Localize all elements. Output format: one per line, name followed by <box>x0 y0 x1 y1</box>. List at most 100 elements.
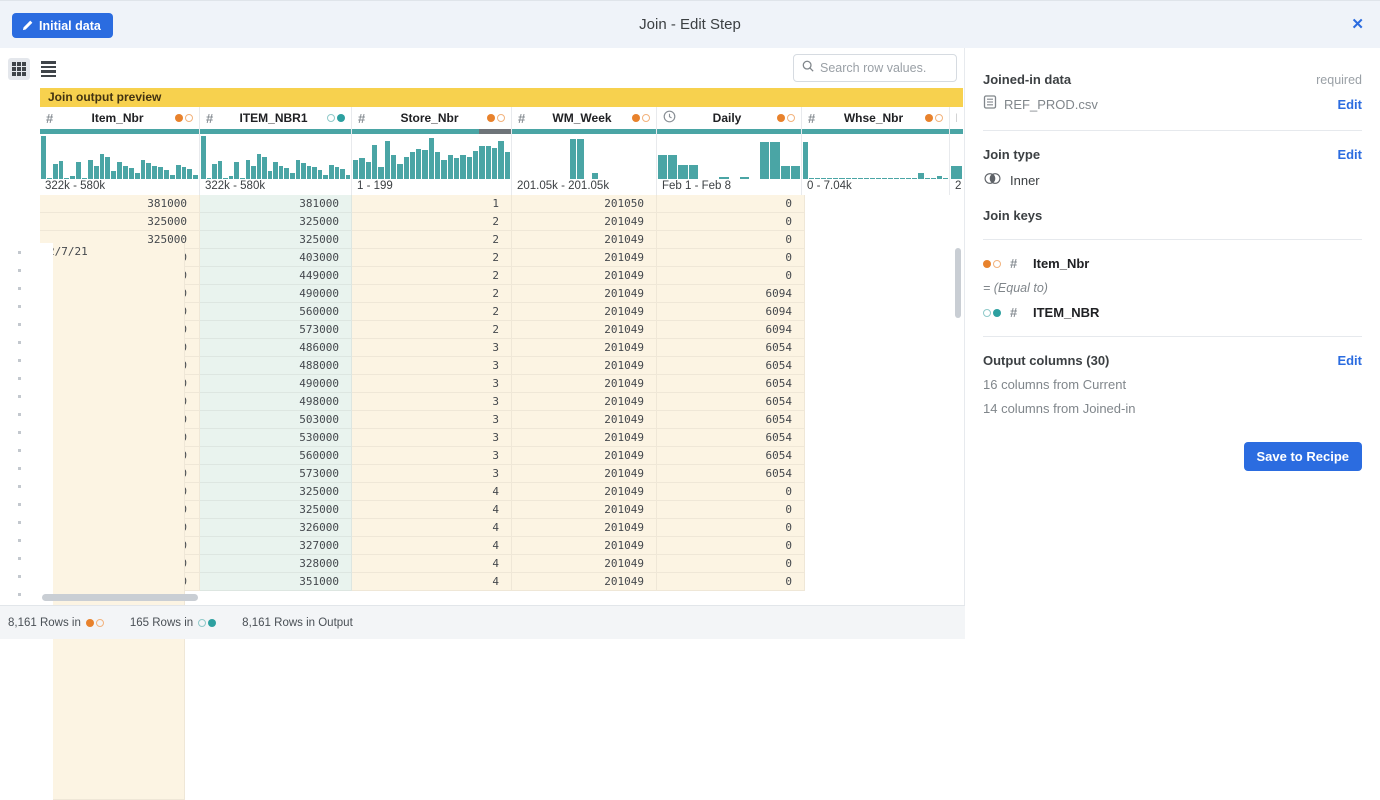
search-input[interactable] <box>820 61 948 75</box>
column-header-store_nbr[interactable]: #Store_Nbr1 - 199 <box>352 107 512 195</box>
data-quality-bar[interactable] <box>950 129 963 134</box>
vertical-scrollbar[interactable] <box>955 248 961 318</box>
column-histogram[interactable] <box>512 134 656 179</box>
table-cell[interactable]: 2 <box>352 303 512 321</box>
table-cell[interactable]: 201049 <box>512 573 657 591</box>
table-cell[interactable]: 2 <box>352 267 512 285</box>
table-cell[interactable]: 573000 <box>200 321 352 339</box>
table-cell[interactable]: 0 <box>657 537 805 555</box>
table-cell[interactable]: 3 <box>352 339 512 357</box>
table-cell[interactable]: 4 <box>352 483 512 501</box>
table-cell[interactable]: 325000 <box>200 501 352 519</box>
table-cell[interactable]: 6054 <box>657 429 805 447</box>
table-cell[interactable]: 560000 <box>200 447 352 465</box>
table-cell[interactable]: 381000 <box>200 195 352 213</box>
column-header-r[interactable]: R2 <box>950 107 963 195</box>
table-cell[interactable]: 2 <box>352 321 512 339</box>
data-quality-bar[interactable] <box>512 129 656 134</box>
edit-joined-in-link[interactable]: Edit <box>1337 97 1362 112</box>
table-cell[interactable]: 2 <box>352 249 512 267</box>
table-cell[interactable]: 530000 <box>200 429 352 447</box>
table-cell[interactable]: 6054 <box>657 375 805 393</box>
column-histogram[interactable] <box>950 134 963 179</box>
column-histogram[interactable] <box>657 134 801 179</box>
table-cell[interactable]: 449000 <box>200 267 352 285</box>
table-cell[interactable]: 0 <box>657 555 805 573</box>
table-cell[interactable]: 6054 <box>657 447 805 465</box>
table-cell[interactable]: 6094 <box>657 303 805 321</box>
table-cell[interactable]: 201049 <box>512 339 657 357</box>
table-cell[interactable]: 3 <box>352 447 512 465</box>
table-cell[interactable]: 201049 <box>512 465 657 483</box>
table-cell[interactable]: 201049 <box>512 393 657 411</box>
table-cell[interactable]: 4 <box>352 501 512 519</box>
table-cell[interactable]: 0 <box>657 249 805 267</box>
table-cell[interactable]: 573000 <box>200 465 352 483</box>
save-to-recipe-button[interactable]: Save to Recipe <box>1244 442 1363 471</box>
table-cell[interactable]: 6054 <box>657 357 805 375</box>
data-quality-bar[interactable] <box>40 129 199 134</box>
table-cell[interactable]: 490000 <box>200 375 352 393</box>
table-cell[interactable]: 201049 <box>512 519 657 537</box>
table-cell[interactable]: 201049 <box>512 411 657 429</box>
table-cell[interactable]: 0 <box>657 573 805 591</box>
table-cell[interactable]: 4 <box>352 537 512 555</box>
table-cell[interactable]: 201049 <box>512 249 657 267</box>
table-cell[interactable]: 4 <box>352 555 512 573</box>
table-cell[interactable]: 381000 <box>40 195 200 213</box>
table-cell[interactable]: 4 <box>352 519 512 537</box>
table-cell[interactable]: 498000 <box>200 393 352 411</box>
table-cell[interactable]: 201049 <box>512 357 657 375</box>
horizontal-scrollbar[interactable] <box>42 594 198 601</box>
table-cell[interactable]: 403000 <box>200 249 352 267</box>
data-quality-bar[interactable] <box>802 129 949 134</box>
edit-join-type-link[interactable]: Edit <box>1337 147 1362 162</box>
column-header-whse_nbr[interactable]: #Whse_Nbr0 - 7.04k <box>802 107 950 195</box>
table-cell[interactable]: 326000 <box>200 519 352 537</box>
table-cell[interactable]: 3 <box>352 393 512 411</box>
table-cell[interactable]: 201049 <box>512 285 657 303</box>
table-cell[interactable]: 201049 <box>512 537 657 555</box>
table-cell[interactable]: 325000 <box>40 213 200 231</box>
column-header-wm_week[interactable]: #WM_Week201.05k - 201.05k <box>512 107 657 195</box>
table-cell[interactable]: 0 <box>657 519 805 537</box>
table-cell[interactable]: 6054 <box>657 411 805 429</box>
column-header-item_nbr[interactable]: #Item_Nbr322k - 580k <box>40 107 200 195</box>
data-quality-bar[interactable] <box>352 129 511 134</box>
table-cell[interactable]: 325000 <box>200 483 352 501</box>
table-cell[interactable]: 201049 <box>512 267 657 285</box>
table-cell[interactable] <box>40 243 53 800</box>
table-cell[interactable]: 325000 <box>200 231 352 249</box>
table-cell[interactable]: 0 <box>657 501 805 519</box>
table-cell[interactable]: 6054 <box>657 393 805 411</box>
table-cell[interactable]: 2/7/21 <box>40 243 185 800</box>
table-cell[interactable]: 2 <box>352 231 512 249</box>
table-cell[interactable]: 201049 <box>512 483 657 501</box>
table-cell[interactable]: 201049 <box>512 501 657 519</box>
column-histogram[interactable] <box>802 134 949 179</box>
data-quality-bar[interactable] <box>200 129 351 134</box>
edit-output-columns-link[interactable]: Edit <box>1337 353 1362 368</box>
table-cell[interactable]: 201049 <box>512 321 657 339</box>
table-cell[interactable]: 3 <box>352 465 512 483</box>
column-header-item_nbr1[interactable]: #ITEM_NBR1322k - 580k <box>200 107 352 195</box>
table-cell[interactable]: 0 <box>657 483 805 501</box>
table-cell[interactable]: 0 <box>657 195 805 213</box>
table-cell[interactable]: 560000 <box>200 303 352 321</box>
table-cell[interactable]: 3 <box>352 357 512 375</box>
table-cell[interactable]: 486000 <box>200 339 352 357</box>
table-cell[interactable]: 201049 <box>512 375 657 393</box>
table-cell[interactable]: 490000 <box>200 285 352 303</box>
table-cell[interactable]: 325000 <box>200 213 352 231</box>
table-cell[interactable]: 3 <box>352 411 512 429</box>
table-cell[interactable]: 1 <box>352 195 512 213</box>
table-cell[interactable]: 201049 <box>512 213 657 231</box>
column-header-daily[interactable]: DailyFeb 1 - Feb 8 <box>657 107 802 195</box>
table-cell[interactable]: 0 <box>657 267 805 285</box>
table-cell[interactable]: 0 <box>657 213 805 231</box>
table-cell[interactable]: 201049 <box>512 231 657 249</box>
data-quality-bar[interactable] <box>657 129 801 134</box>
column-histogram[interactable] <box>40 134 199 179</box>
table-cell[interactable]: 201050 <box>512 195 657 213</box>
table-cell[interactable]: 6094 <box>657 285 805 303</box>
